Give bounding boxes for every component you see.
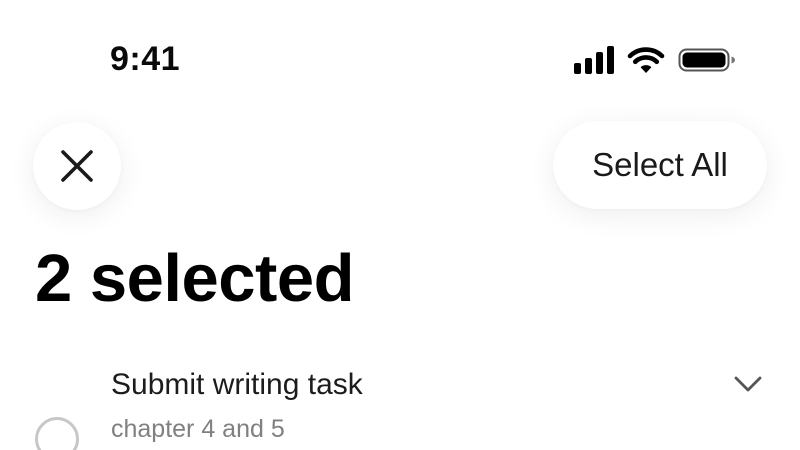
battery-icon	[678, 48, 735, 72]
task-title: Submit writing task	[111, 368, 363, 401]
selection-screen: 9:41 Select All 2 selected Submit writin…	[0, 0, 800, 450]
status-time: 9:41	[110, 40, 181, 78]
wifi-icon	[627, 47, 665, 73]
close-button[interactable]	[33, 122, 121, 210]
task-subtitle: chapter 4 and 5	[111, 415, 285, 443]
task-list-item[interactable]: Submit writing task chapter 4 and 5	[0, 360, 800, 450]
task-checkbox[interactable]	[35, 417, 79, 450]
page-title: 2 selected	[35, 241, 355, 316]
select-all-button[interactable]: Select All	[553, 121, 767, 209]
chevron-down-icon[interactable]	[733, 374, 763, 394]
close-icon	[61, 150, 93, 182]
signal-icon	[574, 44, 616, 74]
